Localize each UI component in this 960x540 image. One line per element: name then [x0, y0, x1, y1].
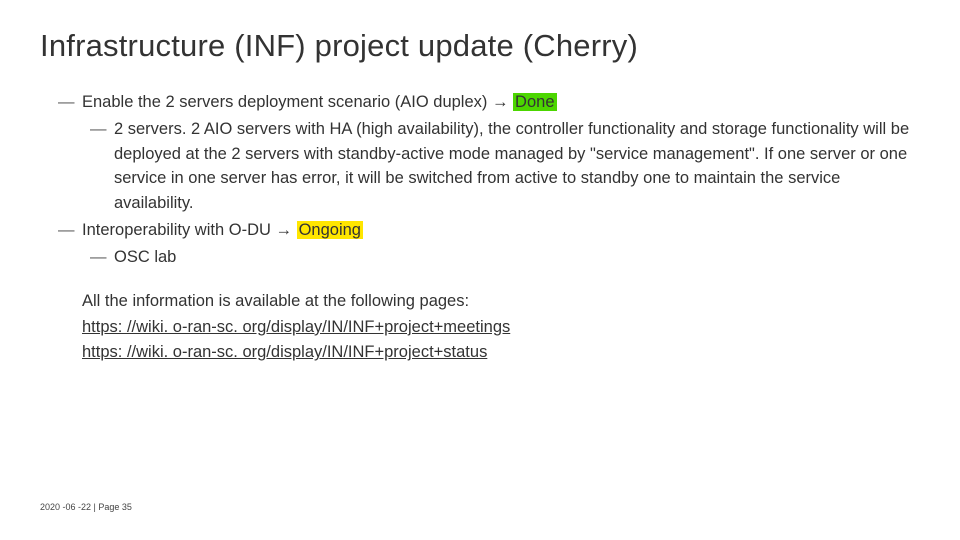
slide-title: Infrastructure (INF) project update (Che… [40, 28, 920, 64]
bullet-item-1: Enable the 2 servers deployment scenario… [40, 90, 920, 115]
bullet-item-1-sub: 2 servers. 2 AIO servers with HA (high a… [40, 117, 920, 216]
slide: Infrastructure (INF) project update (Che… [0, 0, 960, 540]
bullet-list: Enable the 2 servers deployment scenario… [40, 90, 920, 269]
bullet-item-2: Interoperability with O-DU → Ongoing [40, 218, 920, 243]
status-badge-ongoing: Ongoing [297, 221, 363, 239]
status-badge-done: Done [513, 93, 556, 111]
bullet-item-2-sub: OSC lab [40, 245, 920, 270]
bullet-2-text: Interoperability with O-DU → [82, 221, 297, 239]
info-link-2[interactable]: https: //wiki. o-ran-sc. org/display/IN/… [82, 340, 487, 366]
info-block: All the information is available at the … [40, 289, 920, 366]
slide-footer: 2020 -06 -22 | Page 35 [40, 502, 132, 512]
info-intro: All the information is available at the … [82, 289, 920, 315]
info-link-1[interactable]: https: //wiki. o-ran-sc. org/display/IN/… [82, 315, 510, 341]
bullet-1-text: Enable the 2 servers deployment scenario… [82, 93, 513, 111]
